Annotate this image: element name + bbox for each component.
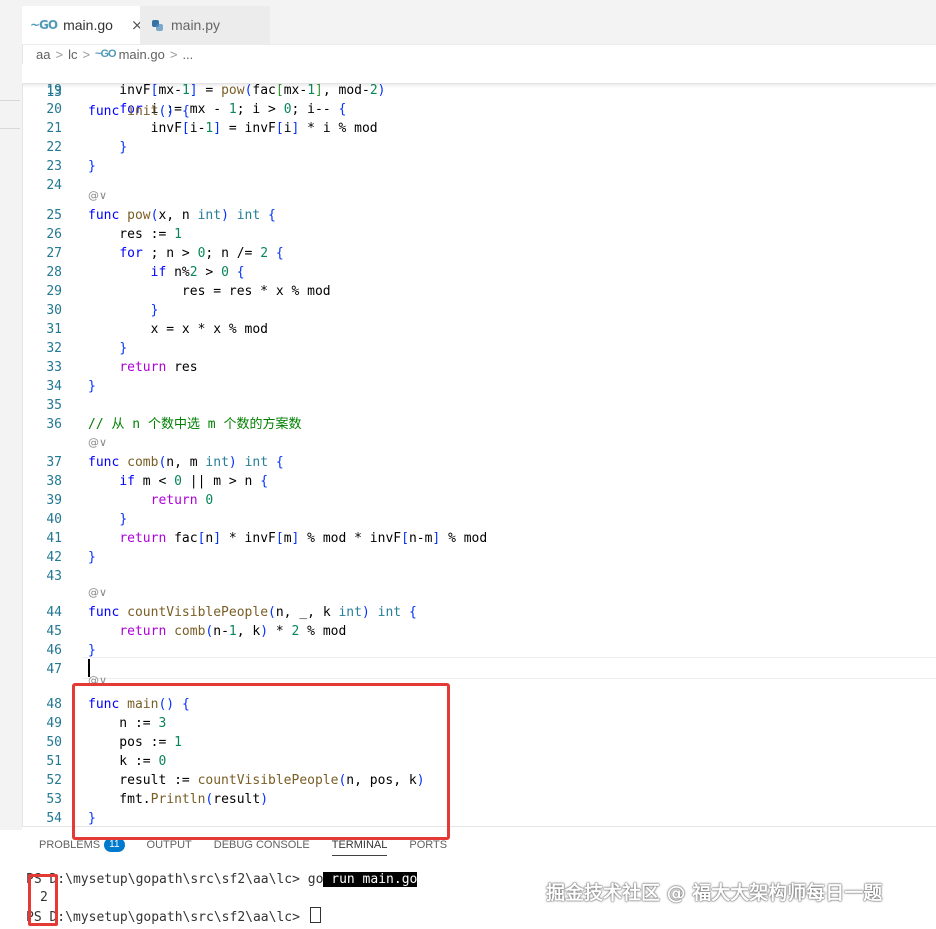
terminal-command-line[interactable]: PS D:\mysetup\gopath\src\sf2\aa\lc> go r… <box>26 871 418 889</box>
line-number: 50 <box>46 735 62 750</box>
code-text: if m < 0 || m > n { <box>119 474 269 489</box>
line-number: 27 <box>46 246 62 261</box>
codelens-icon[interactable]: @∨ <box>88 188 107 204</box>
code-text: } <box>119 140 128 155</box>
line-number: 36 <box>46 417 62 432</box>
annotation-box-output <box>28 874 58 926</box>
editor-tab-bar: ~GO main.go × main.py <box>22 0 936 45</box>
watermark: 掘金技术社区 @ 福大大架构师每日一题 <box>546 882 883 904</box>
line-number: 54 <box>46 811 62 826</box>
codelens-icon[interactable]: @∨ <box>88 435 107 451</box>
line-number: 30 <box>46 303 62 318</box>
code-text: func countVisiblePeople(n, _, k int) int… <box>88 605 417 620</box>
breadcrumb-item-lc[interactable]: lc <box>68 47 77 62</box>
code-text: } <box>88 550 96 565</box>
breadcrumb-item-symbol[interactable]: ... <box>182 47 193 62</box>
line-number: 24 <box>46 178 62 193</box>
activity-strip <box>0 0 23 830</box>
terminal-cursor <box>309 907 321 923</box>
code-text: func pow(x, n int) int { <box>88 208 276 223</box>
code-text: } <box>88 643 96 658</box>
line-number: 31 <box>46 322 62 337</box>
problems-count-badge: 11 <box>104 838 125 852</box>
breadcrumb-separator: > <box>82 46 91 62</box>
line-number: 23 <box>46 159 62 174</box>
line-number: 26 <box>46 227 62 242</box>
line-number: 48 <box>46 697 62 712</box>
line-number: 13 <box>46 85 62 100</box>
breadcrumb-separator: > <box>55 46 64 62</box>
line-number: 42 <box>46 550 62 565</box>
code-text: return comb(n-1, k) * 2 % mod <box>119 624 347 639</box>
terminal-command-args: run main.go <box>323 872 418 887</box>
code-text: func init() { <box>88 104 190 119</box>
tab-label: main.go <box>63 17 113 33</box>
text-cursor <box>88 659 90 677</box>
code-text: if n%2 > 0 { <box>150 265 245 280</box>
line-number: 51 <box>46 754 62 769</box>
line-number: 46 <box>46 643 62 658</box>
breadcrumb-item-file[interactable]: main.go <box>119 47 165 62</box>
code-text: res = res * x % mod <box>88 284 331 299</box>
line-number: 52 <box>46 773 62 788</box>
codelens-icon[interactable]: @∨ <box>88 585 107 601</box>
line-number: 45 <box>46 624 62 639</box>
breadcrumb: aa > lc > ~GO main.go > ... <box>36 44 193 64</box>
code-text: // 从 n 个数中选 m 个数的方案数 <box>88 417 302 432</box>
line-number: 53 <box>46 792 62 807</box>
sticky-line: 13 func init() { <box>22 64 189 119</box>
go-file-icon: ~GO <box>30 18 58 32</box>
line-number: 44 <box>46 605 62 620</box>
line-number: 38 <box>46 474 62 489</box>
line-number: 28 <box>46 265 62 280</box>
tab-main-py[interactable]: main.py <box>140 6 270 44</box>
code-text: res := 1 <box>88 227 182 242</box>
sticky-scroll-header[interactable]: 13 func init() { <box>22 64 936 119</box>
breadcrumb-item-aa[interactable]: aa <box>36 47 50 62</box>
terminal-prompt: PS D:\mysetup\gopath\src\sf2\aa\lc> <box>26 910 308 925</box>
line-number: 25 <box>46 208 62 223</box>
divider <box>0 100 20 101</box>
code-text: x = x * x % mod <box>88 322 269 337</box>
python-file-icon <box>152 19 163 31</box>
code-text: return 0 <box>150 493 214 508</box>
code-text: } <box>119 512 128 527</box>
code-text: return fac[n] * invF[m] % mod * invF[n-m… <box>119 531 488 546</box>
divider <box>0 128 20 129</box>
line-number: 22 <box>46 140 62 155</box>
line-number: 47 <box>46 662 62 677</box>
code-text: invF[i-1] = invF[i] * i % mod <box>88 121 378 136</box>
code-text: } <box>88 379 96 394</box>
line-number: 35 <box>46 398 62 413</box>
line-number: 32 <box>46 341 62 356</box>
line-number: 49 <box>46 716 62 731</box>
breadcrumb-separator: > <box>169 46 178 62</box>
line-number: 33 <box>46 360 62 375</box>
terminal-prompt-line[interactable]: PS D:\mysetup\gopath\src\sf2\aa\lc> <box>26 907 321 925</box>
line-number: 39 <box>46 493 62 508</box>
code-text: return res <box>119 360 198 375</box>
current-line-highlight <box>82 657 936 679</box>
code-text: for ; n > 0; n /= 2 { <box>119 246 284 261</box>
code-text: func comb(n, m int) int { <box>88 455 284 470</box>
tab-label: main.py <box>171 17 221 33</box>
code-text: } <box>88 159 96 174</box>
line-number: 29 <box>46 284 62 299</box>
line-number: 37 <box>46 455 62 470</box>
line-number: 43 <box>46 569 62 584</box>
line-number: 41 <box>46 531 62 546</box>
terminal-prompt: PS D:\mysetup\gopath\src\sf2\aa\lc> <box>26 872 308 887</box>
terminal-command-go: go <box>307 872 324 887</box>
code-text: } <box>119 341 128 356</box>
go-file-icon: ~GO <box>95 48 117 60</box>
annotation-box-main <box>72 683 450 840</box>
code-text: } <box>150 303 159 318</box>
line-number: 40 <box>46 512 62 527</box>
tab-main-go[interactable]: ~GO main.go × <box>22 6 147 44</box>
line-number: 34 <box>46 379 62 394</box>
